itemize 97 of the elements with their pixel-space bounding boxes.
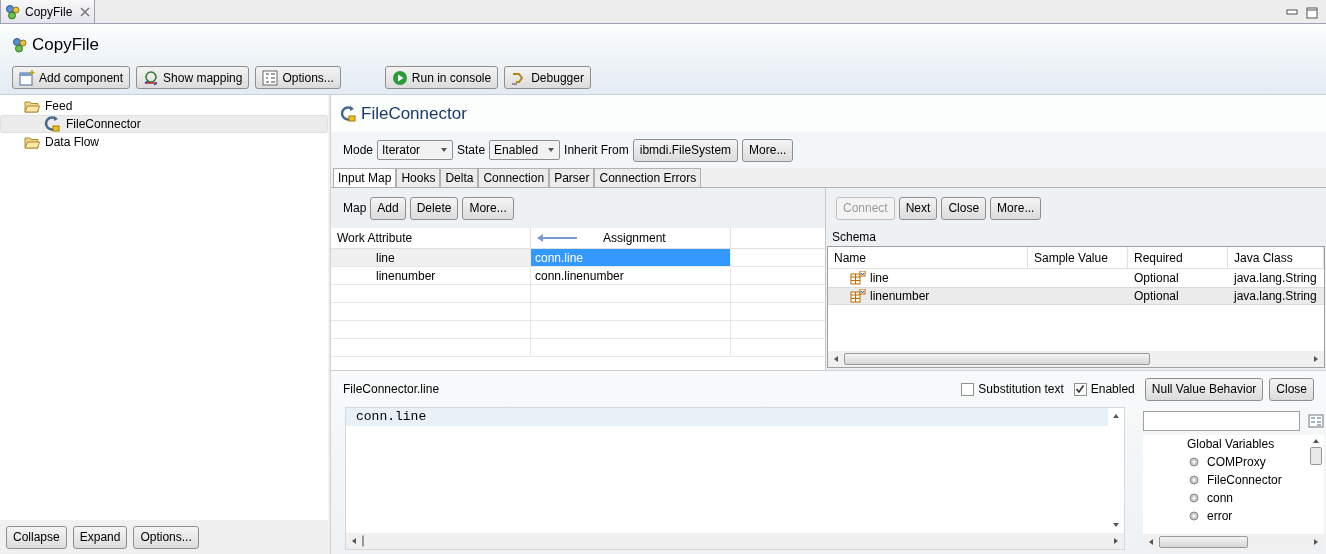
- tab[interactable]: Hooks: [396, 168, 441, 187]
- column-header[interactable]: Assignment: [531, 228, 731, 248]
- tree-item[interactable]: conn: [1207, 489, 1234, 507]
- dropdown-arrow-icon[interactable]: [440, 146, 449, 154]
- more-button[interactable]: More...: [742, 138, 794, 162]
- toolbar-button[interactable]: Add component: [12, 66, 131, 89]
- inherit-label: Inherit From: [564, 142, 629, 159]
- horizontal-scrollbar[interactable]: [1143, 534, 1324, 550]
- scroll-left-icon[interactable]: [1147, 538, 1155, 546]
- state-dropdown[interactable]: Enabled: [489, 140, 561, 160]
- expression-label: FileConnector.line: [343, 381, 440, 398]
- map-label: Map: [343, 200, 367, 217]
- column-header[interactable]: Required: [1128, 247, 1228, 268]
- toolbar-button[interactable]: Run in console: [384, 66, 499, 89]
- arrow-left-icon: [537, 234, 577, 242]
- scroll-left-icon[interactable]: [350, 537, 358, 545]
- checkbox[interactable]: [961, 382, 975, 396]
- options-icon: [262, 69, 279, 86]
- scroll-right-icon[interactable]: [1112, 537, 1120, 545]
- schema-row[interactable]: line Optional java.lang.String: [828, 269, 1324, 287]
- tab[interactable]: Delta: [440, 168, 479, 187]
- component-title: FileConnector: [361, 102, 467, 125]
- table-cell[interactable]: conn.linenumber: [531, 267, 731, 284]
- table-cell-text: line: [870, 270, 889, 287]
- horizontal-scrollbar[interactable]: [346, 533, 1124, 549]
- gears-icon: [5, 3, 21, 20]
- checkbox-label: Enabled: [1090, 381, 1135, 398]
- column-header[interactable]: Java Class: [1228, 247, 1324, 268]
- connector-button[interactable]: More...: [990, 196, 1042, 220]
- table-cell-text: line: [376, 249, 395, 267]
- schema-row[interactable]: linenumber Optional java.lang.String: [828, 287, 1324, 305]
- tree-heading[interactable]: Global Variables: [1187, 435, 1308, 453]
- gears-icon: [12, 37, 28, 53]
- toolbar-button[interactable]: Show mapping: [136, 66, 250, 89]
- toolbar-button[interactable]: Debugger: [504, 66, 591, 89]
- toolbar-button[interactable]: Options...: [255, 66, 341, 89]
- search-field[interactable]: [1143, 411, 1300, 431]
- scroll-right-icon[interactable]: [1312, 538, 1320, 546]
- tab[interactable]: Parser: [549, 168, 595, 187]
- play-icon: [391, 69, 408, 86]
- state-label: State: [457, 142, 486, 159]
- connector-icon: [339, 104, 357, 123]
- table-cell: Optional: [1134, 271, 1179, 285]
- mapping-icon: [143, 69, 160, 86]
- scroll-up-icon[interactable]: [1112, 412, 1120, 420]
- tab[interactable]: Connection Errors: [594, 168, 702, 187]
- tree-item[interactable]: Feed: [0, 97, 328, 115]
- tree-item[interactable]: Data Flow: [0, 133, 328, 151]
- add-window-icon: [19, 69, 35, 86]
- tree-button[interactable]: Options...: [133, 525, 199, 549]
- dropdown-arrow-icon[interactable]: [547, 146, 556, 154]
- folder-icon: [24, 99, 40, 113]
- mode-dropdown[interactable]: Iterator: [377, 140, 454, 160]
- column-header[interactable]: Sample Value: [1028, 247, 1128, 268]
- connector-icon: [43, 115, 61, 133]
- table-cell-text: linenumber: [870, 288, 930, 305]
- table-cell: java.lang.String: [1234, 271, 1317, 285]
- tree-button[interactable]: Expand: [72, 525, 128, 549]
- page-title: CopyFile: [32, 34, 100, 57]
- attribute-icon: [850, 271, 866, 285]
- folder-icon: [24, 135, 40, 149]
- tree-item[interactable]: FileConnector: [0, 115, 328, 133]
- tree-item[interactable]: FileConnector: [1207, 471, 1282, 489]
- editor-button[interactable]: Close: [1269, 377, 1314, 401]
- connector-button[interactable]: Next: [898, 196, 938, 220]
- tree-button[interactable]: Collapse: [6, 525, 67, 549]
- scroll-left-icon[interactable]: [832, 355, 840, 363]
- schema-label: Schema: [832, 229, 877, 246]
- connector-button[interactable]: Close: [941, 196, 987, 220]
- scroll-right-icon[interactable]: [1312, 355, 1320, 363]
- table-cell: Optional: [1134, 289, 1179, 303]
- horizontal-scrollbar[interactable]: [828, 351, 1324, 367]
- code-line: conn.line: [356, 408, 427, 427]
- table-cell-text: linenumber: [376, 267, 436, 285]
- column-header[interactable]: Name: [828, 247, 1028, 268]
- tree-item[interactable]: COMProxy: [1207, 453, 1266, 471]
- table-cell: java.lang.String: [1234, 289, 1317, 303]
- inherit-button[interactable]: ibmdi.FileSystem: [632, 138, 739, 162]
- editor-button[interactable]: Null Value Behavior: [1144, 377, 1264, 401]
- map-button[interactable]: More...: [462, 196, 514, 220]
- maximize-icon[interactable]: [1306, 7, 1318, 19]
- close-icon[interactable]: [80, 6, 91, 17]
- checkbox-label: Substitution text: [978, 381, 1064, 398]
- minimize-icon[interactable]: [1286, 9, 1298, 17]
- map-button[interactable]: Add: [370, 196, 406, 220]
- scroll-up-icon[interactable]: [1312, 437, 1320, 445]
- tab[interactable]: Connection: [478, 168, 550, 187]
- column-header[interactable]: Work Attribute: [331, 228, 531, 248]
- tree-item[interactable]: error: [1207, 507, 1233, 525]
- scroll-down-icon[interactable]: [1112, 521, 1120, 529]
- editor-tab[interactable]: CopyFile: [0, 0, 96, 23]
- map-button[interactable]: Delete: [409, 196, 459, 220]
- tab[interactable]: Input Map: [333, 168, 397, 187]
- scroll-thumb[interactable]: [1310, 447, 1322, 465]
- checkbox[interactable]: [1073, 382, 1087, 396]
- attribute-icon: [850, 289, 866, 303]
- mode-label: Mode: [343, 142, 374, 159]
